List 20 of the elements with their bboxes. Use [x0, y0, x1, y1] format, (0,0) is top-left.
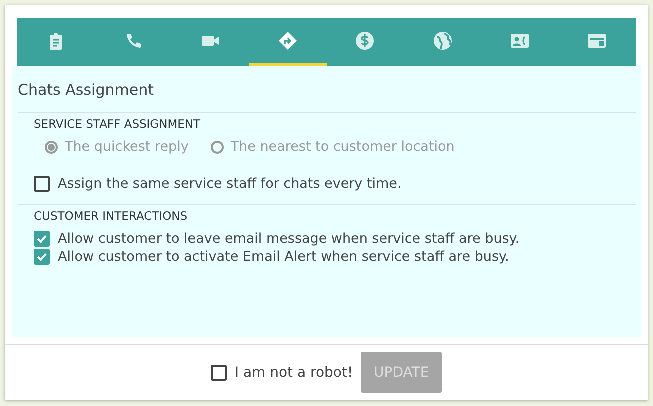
section-heading: SERVICE STAFF ASSIGNMENT: [34, 117, 202, 131]
check-icon: [36, 251, 48, 263]
globe-icon: [432, 30, 453, 50]
checkbox-label: Assign the same service staff for chats every time.: [58, 176, 402, 192]
dollar-icon: [355, 30, 376, 50]
directions-icon: [278, 30, 298, 50]
checkbox[interactable]: [34, 249, 50, 265]
checkbox[interactable]: [34, 176, 50, 192]
checkbox[interactable]: [34, 231, 50, 247]
check-icon: [36, 233, 48, 245]
radio-label: The nearest to customer location: [230, 139, 455, 155]
radio-label: The quickest reply: [65, 139, 189, 155]
section-heading: CUSTOMER INTERACTIONS: [34, 209, 189, 223]
radio-button[interactable]: [210, 140, 224, 154]
radio-button[interactable]: [45, 140, 58, 154]
checkbox-label: Allow customer to activate Email Alert when service staff are busy.: [58, 249, 510, 265]
captcha-checkbox[interactable]: [210, 364, 227, 380]
panel-title: Chats Assignment: [18, 80, 155, 101]
captcha-label: I am not a robot!: [234, 364, 354, 380]
checkbox-label: Allow customer to leave email message when service staff are busy.: [58, 231, 520, 247]
